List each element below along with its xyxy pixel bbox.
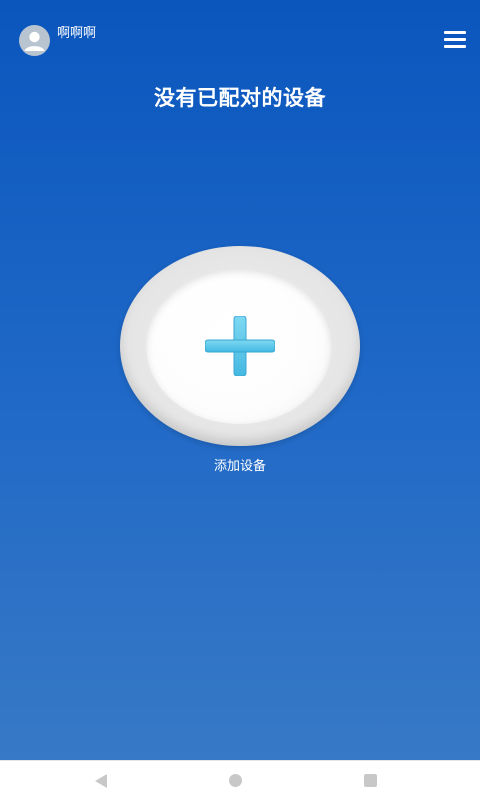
add-device-label[interactable]: 添加设备 — [0, 455, 480, 474]
main-screen: 啊啊啊 没有已配对的设备 添加设备 — [0, 0, 480, 760]
page-title: 没有已配对的设备 — [154, 86, 326, 110]
add-device-button[interactable] — [120, 246, 360, 446]
menu-button[interactable] — [444, 31, 466, 49]
plus-icon — [205, 316, 275, 376]
user-icon — [24, 31, 45, 51]
username-label: 啊啊啊 — [57, 26, 97, 41]
recent-square-icon[interactable] — [364, 774, 377, 787]
home-circle-icon[interactable] — [229, 774, 242, 787]
back-triangle-icon[interactable] — [94, 774, 108, 788]
hamburger-menu-icon — [444, 31, 466, 34]
avatar[interactable] — [19, 25, 50, 56]
system-navigation-bar — [0, 760, 480, 801]
